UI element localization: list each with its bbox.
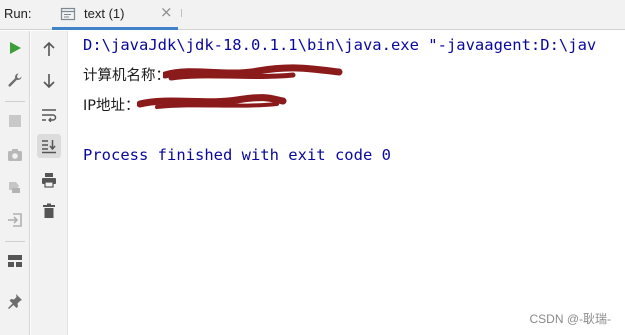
divider xyxy=(5,101,25,102)
down-arrow-icon[interactable] xyxy=(37,69,61,93)
print-icon[interactable] xyxy=(37,168,61,192)
tab-text-1[interactable]: text (1) × xyxy=(52,0,178,30)
run-tool-window-header: Run: text (1) × xyxy=(0,0,625,30)
console-line-computer-name: 计算机名称： xyxy=(83,68,170,84)
settings-wrench-icon[interactable] xyxy=(3,68,27,92)
close-icon[interactable]: × xyxy=(160,5,173,20)
redaction-scribble xyxy=(163,64,343,81)
console-line-ip-address: IP地址： xyxy=(83,98,140,114)
console-output[interactable]: D:\javaJdk\jdk-18.0.1.1\bin\java.exe "-j… xyxy=(69,31,625,335)
watermark: CSDN @-耿瑞- xyxy=(529,312,611,326)
scroll-to-end-icon[interactable] xyxy=(37,134,61,158)
stop-icon[interactable] xyxy=(3,109,27,133)
up-arrow-icon[interactable] xyxy=(37,37,61,61)
soft-wrap-icon[interactable] xyxy=(37,103,61,127)
trash-icon[interactable] xyxy=(37,199,61,223)
screenshot-camera-icon[interactable] xyxy=(3,143,27,167)
login-icon[interactable] xyxy=(3,208,27,232)
console-actions-toolbar xyxy=(31,31,68,335)
divider xyxy=(5,241,25,242)
pin-icon[interactable] xyxy=(3,289,27,313)
run-label: Run: xyxy=(4,6,32,21)
divider xyxy=(181,9,182,17)
rerun-failed-icon[interactable] xyxy=(3,175,27,199)
run-actions-toolbar xyxy=(0,31,30,335)
console-line-exit-status: Process finished with exit code 0 xyxy=(83,146,391,164)
tab-title: text (1) xyxy=(84,6,125,21)
redaction-scribble xyxy=(137,94,287,109)
layout-icon[interactable] xyxy=(3,249,27,273)
console-tab-icon xyxy=(60,6,76,22)
run-icon[interactable] xyxy=(3,36,27,60)
console-line-command: D:\javaJdk\jdk-18.0.1.1\bin\java.exe "-j… xyxy=(83,36,597,54)
